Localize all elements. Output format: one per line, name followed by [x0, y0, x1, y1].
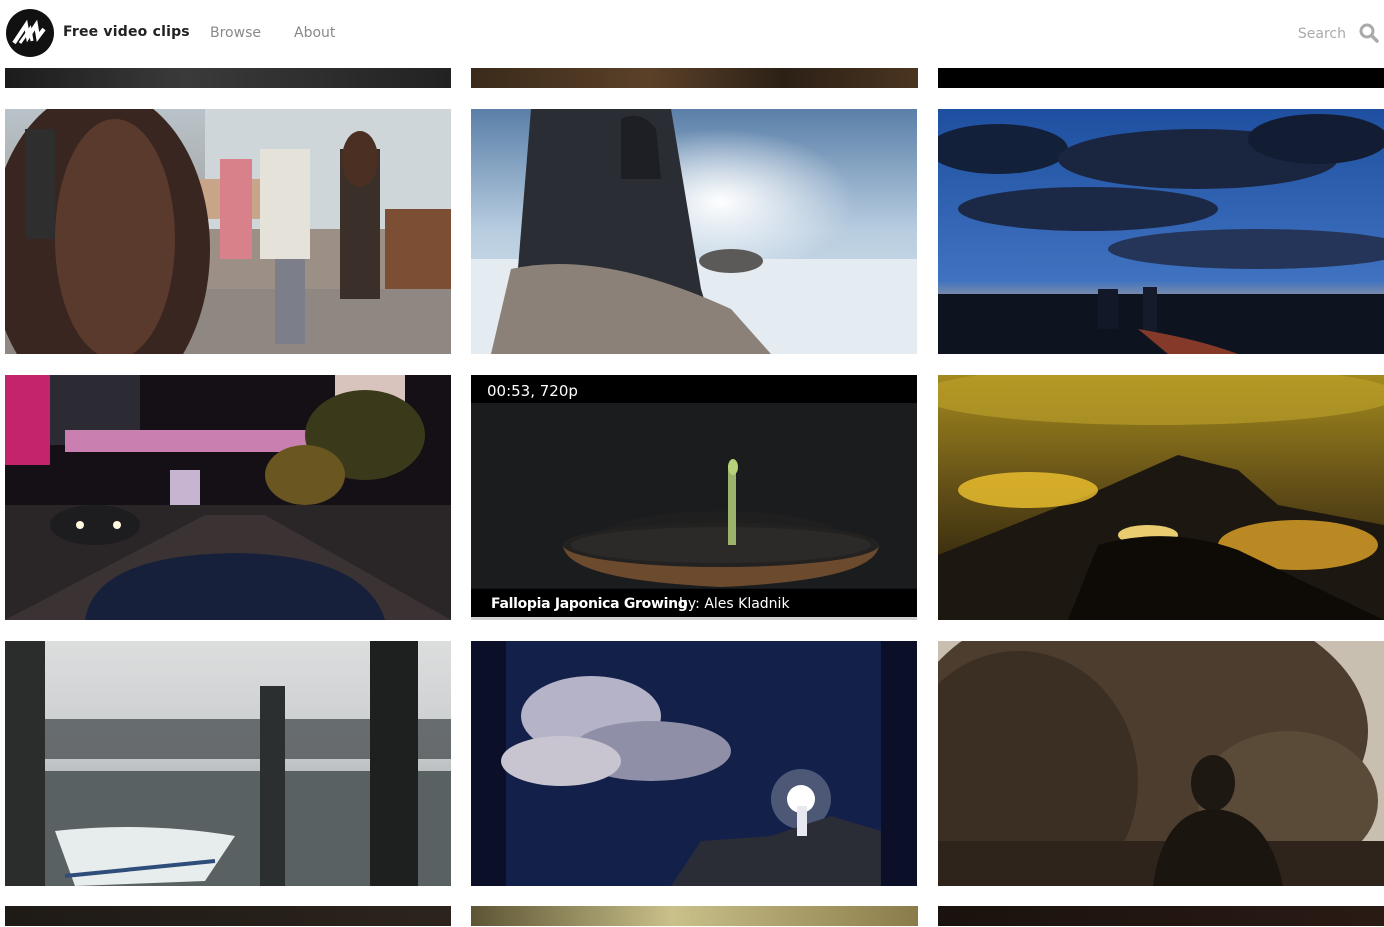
video-thumb-fallopia-japonica[interactable]: 00:53, 720p Fallopia Japonica Growing by… [471, 375, 917, 620]
clip-meta-bar: 00:53, 720p [471, 375, 917, 403]
video-thumb-golden-fog[interactable] [938, 375, 1384, 620]
video-thumb-boy-under-tree[interactable] [938, 641, 1384, 886]
nav-browse[interactable]: Browse [210, 25, 261, 41]
search-icon[interactable] [1358, 22, 1380, 44]
video-thumb-partial[interactable] [471, 68, 918, 88]
clip-title[interactable]: Fallopia Japonica Growing [491, 596, 688, 612]
video-thumb-partial[interactable] [471, 906, 918, 926]
video-thumb-partial[interactable] [938, 68, 1384, 88]
video-thumb-partial[interactable] [938, 906, 1384, 926]
brand-title[interactable]: Free video clips [63, 24, 190, 40]
video-thumb-street-dance[interactable] [5, 109, 451, 354]
video-thumb-partial[interactable] [5, 68, 451, 88]
clip-caption-bar: Fallopia Japonica Growing by: Ales Kladn… [471, 589, 917, 617]
hover-underline [471, 617, 917, 620]
logo-icon[interactable] [6, 9, 54, 57]
video-thumb-arctic-sled[interactable] [471, 109, 917, 354]
video-thumb-partial[interactable] [5, 906, 451, 926]
video-thumb-city-clouds[interactable] [938, 109, 1384, 354]
clip-author[interactable]: by: Ales Kladnik [679, 596, 790, 612]
clip-meta: 00:53, 720p [487, 382, 578, 400]
nav-about[interactable]: About [294, 25, 335, 41]
search-input[interactable] [1262, 22, 1348, 46]
site-header: Free video clips Browse About [0, 0, 1384, 68]
video-thumb-vegas-drive[interactable] [5, 375, 451, 620]
video-thumb-harbor-pilings[interactable] [5, 641, 451, 886]
video-thumb-lighthouse-night[interactable] [471, 641, 917, 886]
